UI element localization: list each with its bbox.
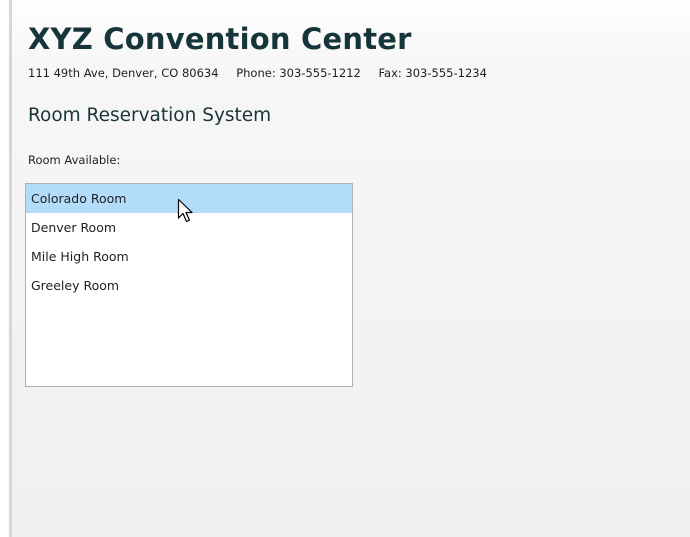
page-container: XYZ Convention Center 111 49th Ave, Denv… [9,0,690,537]
room-listbox[interactable]: Colorado Room Denver Room Mile High Room… [25,183,353,387]
room-option-denver[interactable]: Denver Room [26,213,352,242]
section-heading: Room Reservation System [28,105,272,126]
room-option-mile-high[interactable]: Mile High Room [26,242,352,271]
phone-text: Phone: 303-555-1212 [236,66,361,80]
rooms-label: Room Available: [28,153,121,167]
address-text: 111 49th Ave, Denver, CO 80634 [28,66,219,80]
contact-info: 111 49th Ave, Denver, CO 80634 Phone: 30… [28,66,487,80]
room-option-greeley[interactable]: Greeley Room [26,271,352,300]
fax-text: Fax: 303-555-1234 [378,66,487,80]
room-option-colorado[interactable]: Colorado Room [26,184,352,213]
page-title: XYZ Convention Center [28,22,412,56]
